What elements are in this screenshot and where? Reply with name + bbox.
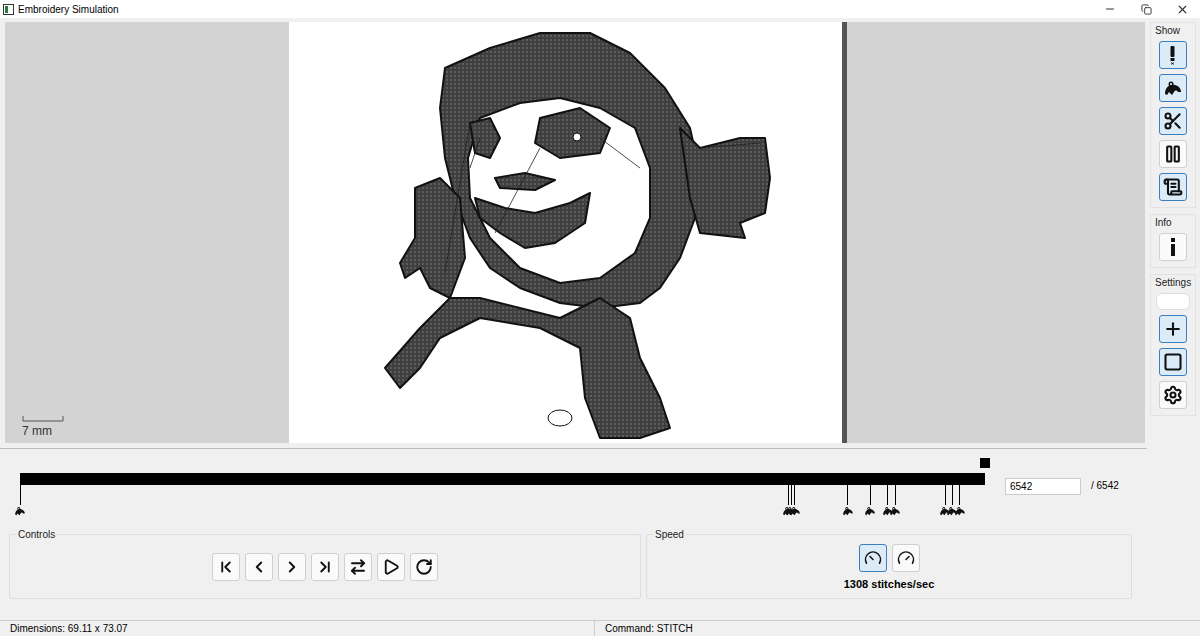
sidebar-toggle-button[interactable] [1159,107,1187,135]
title-bar: Embroidery Simulation [0,0,1200,18]
control-button[interactable] [278,553,306,581]
jump-icon [954,505,966,517]
stitch-total: / 6542 [1091,480,1119,491]
timeline-marker[interactable] [14,485,26,517]
timeline-marker[interactable] [954,485,966,517]
speed-button[interactable] [859,544,887,572]
sidebar-section: Info [1150,214,1196,268]
pause-icon [1163,144,1183,164]
close-button[interactable] [1164,0,1200,18]
first-icon [217,558,235,576]
section-title: Show [1151,25,1180,36]
scale-bar-icon [22,416,64,422]
timeline-marker[interactable] [789,485,801,517]
warning-icon [1164,45,1182,65]
control-button[interactable] [212,553,240,581]
control-button[interactable] [344,553,372,581]
hoop-area [289,22,842,443]
jump-icon [842,505,854,517]
close-icon [1176,3,1189,16]
speed-button[interactable] [892,544,920,572]
faster-icon [897,549,915,567]
timeline-marker[interactable] [864,485,876,517]
control-button[interactable] [311,553,339,581]
jump-icon [1163,78,1183,98]
info-icon [1165,237,1181,257]
controls-title: Controls [16,529,57,540]
marker-strip [20,485,985,525]
plus-icon [1163,319,1183,339]
stitch-counter-field[interactable] [1005,478,1081,495]
minimize-icon [1104,3,1116,15]
timeline[interactable] [20,458,990,525]
gear-icon [1163,385,1183,405]
jump-icon [864,505,876,517]
jump-icon [789,505,801,517]
app-icon [3,4,14,15]
control-button[interactable] [245,553,273,581]
timeline-marker[interactable] [889,485,901,517]
scale-label: 7 mm [22,424,52,438]
square-icon [1163,352,1183,372]
timeline-track[interactable] [20,473,985,485]
sidebar-section: Settings [1150,274,1196,416]
last-icon [316,558,334,576]
speed-reading: 1308 stitches/sec [844,578,935,590]
sidebar-toggle-button[interactable] [1159,381,1187,409]
sidebar-toggle-button[interactable] [1159,173,1187,201]
app-window: Embroidery Simulation 7 mm / 6542 Controls S… [0,0,1200,636]
sidebar: Show Info Settings [1147,22,1200,620]
status-dimensions: Dimensions: 69.11 x 73.07 [0,621,595,636]
status-command: Command: STITCH [595,621,693,636]
play-icon [382,558,400,576]
speed-title: Speed [653,529,686,540]
sidebar-toggle-button[interactable] [1159,140,1187,168]
minimize-button[interactable] [1092,0,1128,18]
bottom-panel: / 6542 Controls Speed 1308 stitches/sec [0,448,1147,620]
restore-button[interactable] [1128,0,1164,18]
settings-field[interactable] [1156,293,1190,310]
sidebar-section: Show [1150,22,1196,208]
embroidery-design [289,22,842,441]
sidebar-toggle-button[interactable] [1159,41,1187,69]
sidebar-toggle-button[interactable] [1159,233,1187,261]
scale-indicator: 7 mm [22,416,289,438]
simulation-canvas[interactable]: 7 mm [5,22,1145,443]
canvas-margin: 7 mm [5,22,289,443]
status-bar: Dimensions: 69.11 x 73.07Command: STITCH [0,620,1200,636]
control-button[interactable] [377,553,405,581]
scissors-icon [1163,111,1183,131]
restore-icon [1141,4,1152,15]
section-title: Info [1151,217,1172,228]
sidebar-toggle-button[interactable] [1159,315,1187,343]
reload-icon [415,558,433,576]
next-icon [283,558,301,576]
stitch-list-icon [1163,177,1183,197]
swap-icon [349,558,367,576]
sidebar-toggle-button[interactable] [1159,74,1187,102]
canvas-margin [847,22,1145,443]
timeline-marker[interactable] [842,485,854,517]
window-title: Embroidery Simulation [18,4,1092,15]
slower-icon [864,549,882,567]
jump-icon [14,505,26,517]
jump-icon [889,505,901,517]
speed-group: Speed 1308 stitches/sec [646,529,1132,599]
previous-icon [250,558,268,576]
controls-group: Controls [9,529,641,599]
timeline-thumb[interactable] [980,458,990,468]
timeline-fill [21,474,984,484]
sidebar-toggle-button[interactable] [1159,348,1187,376]
control-button[interactable] [410,553,438,581]
section-title: Settings [1151,277,1191,288]
